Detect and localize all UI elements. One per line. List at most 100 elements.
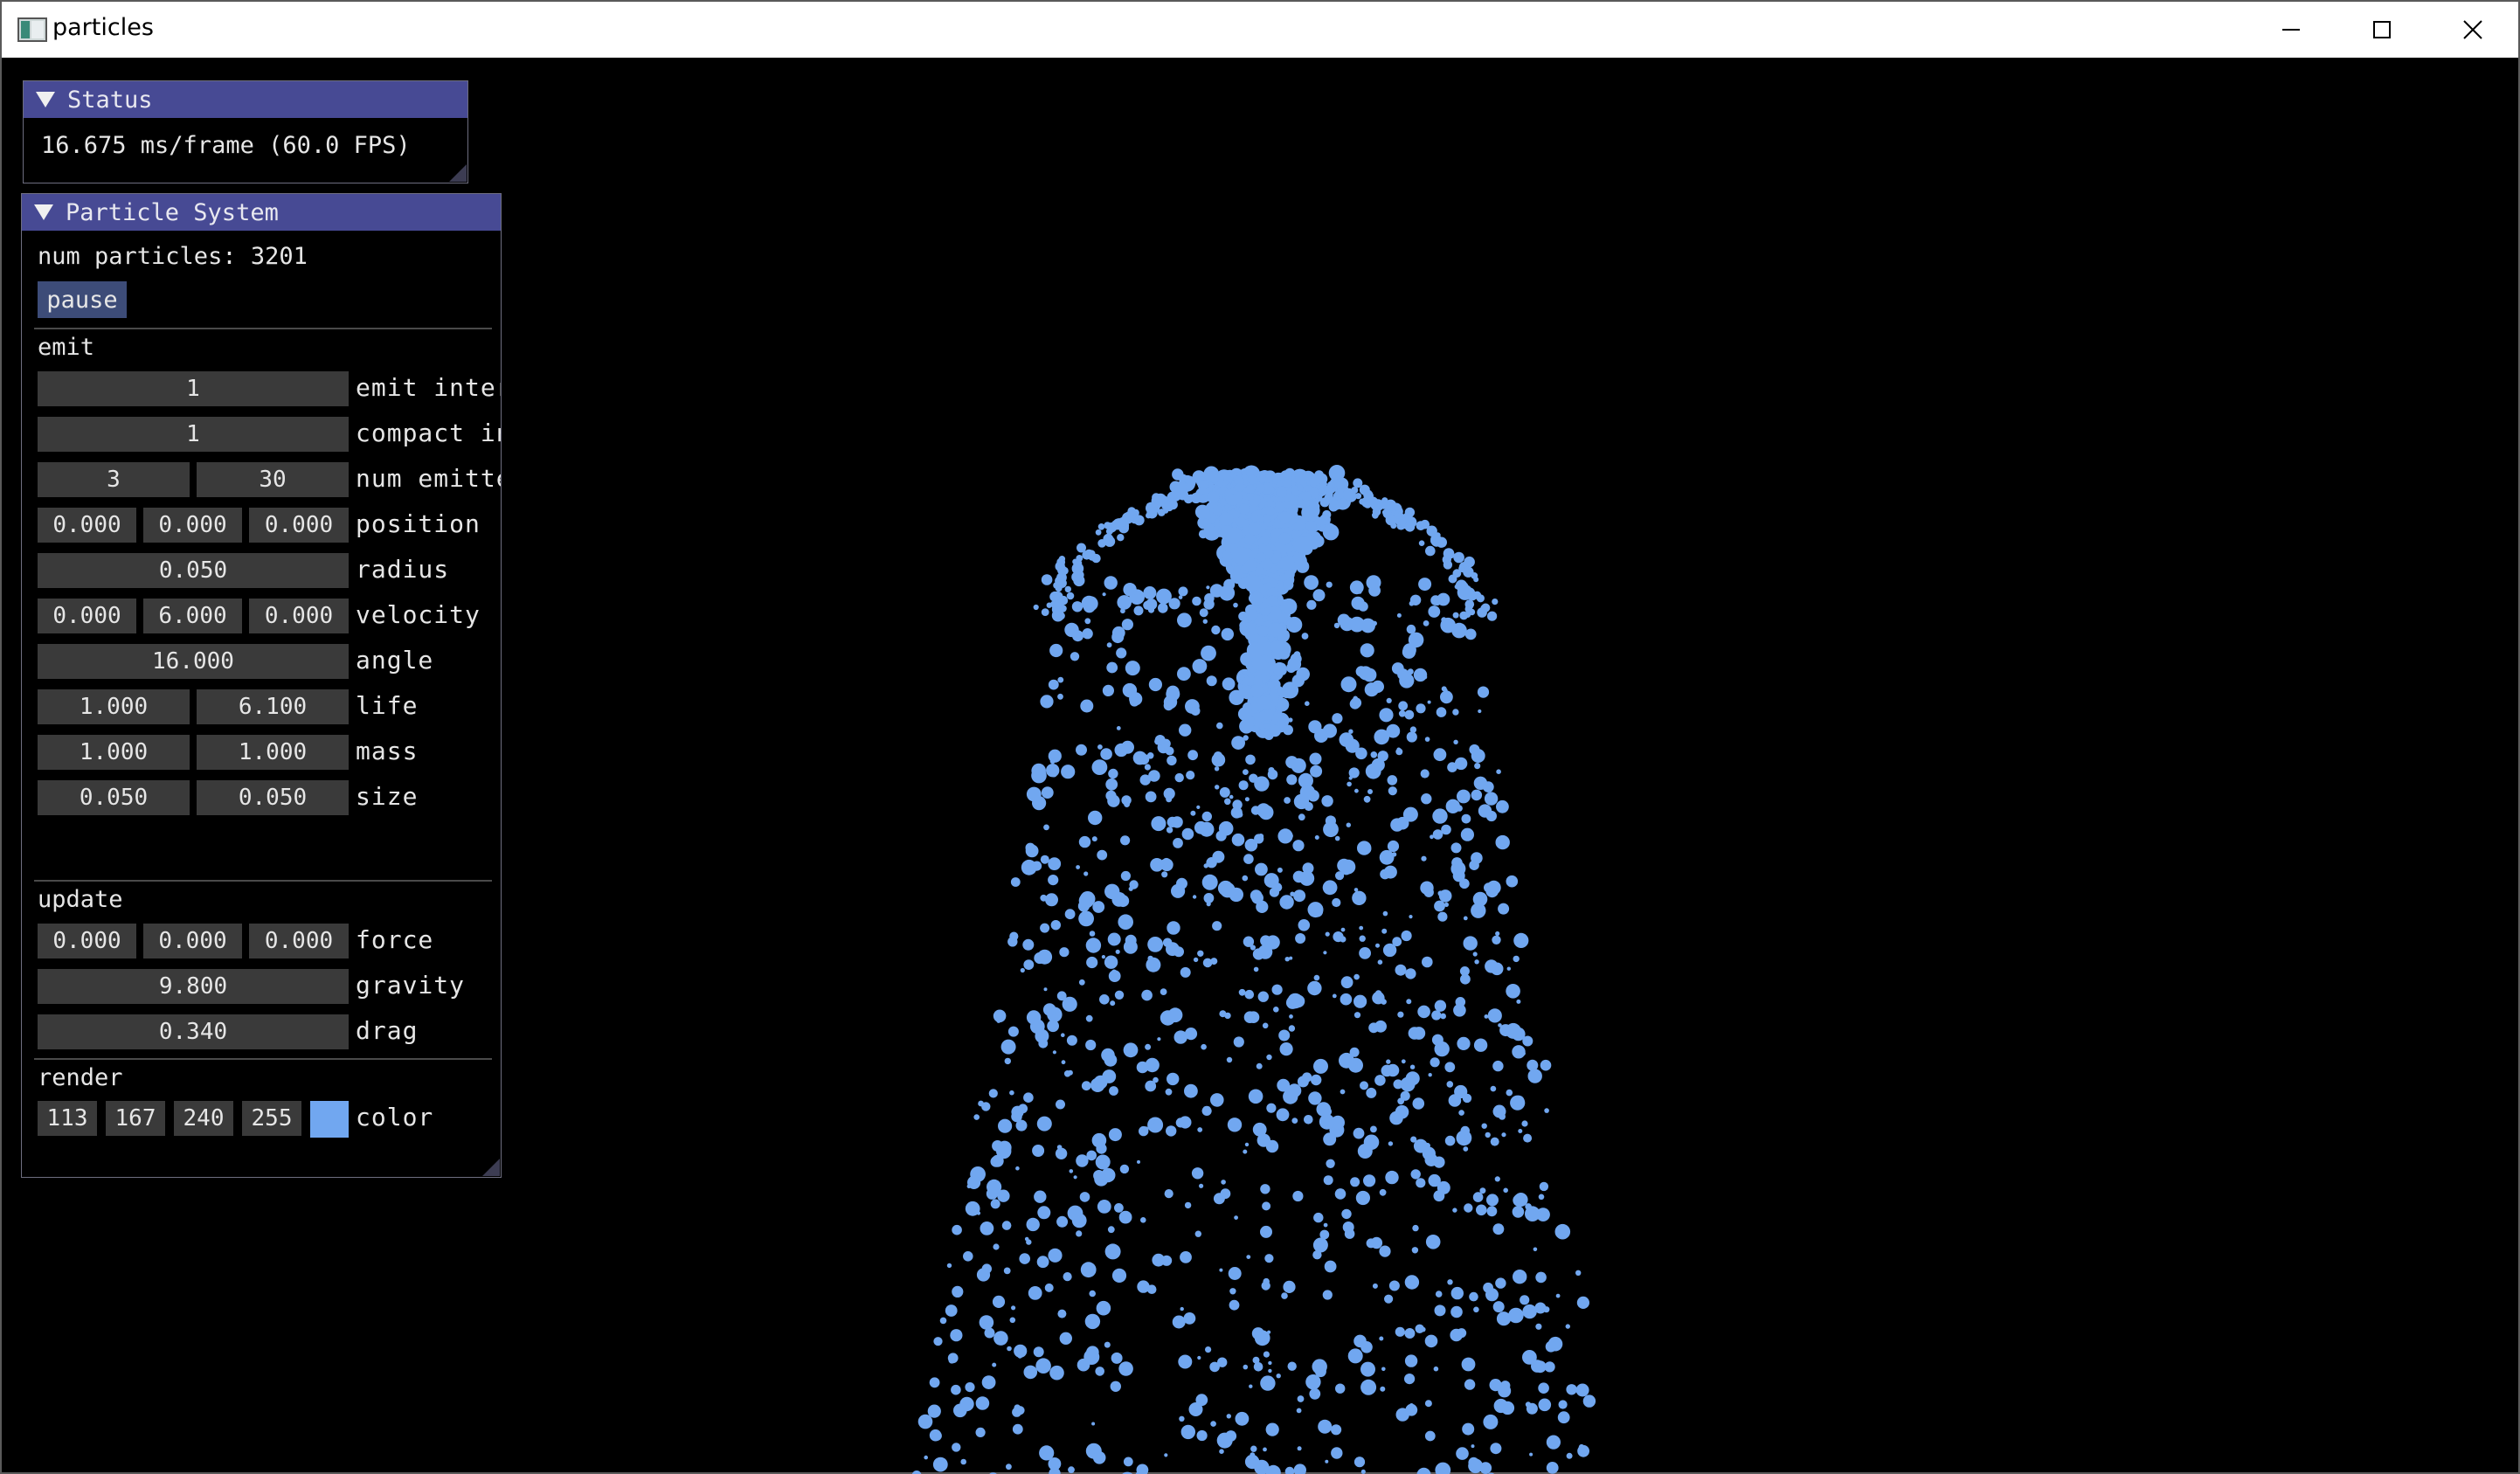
particle bbox=[1143, 600, 1153, 610]
particle bbox=[1483, 1414, 1499, 1429]
render-viewport[interactable]: Status 16.675 ms/frame (60.0 FPS) Partic… bbox=[3, 58, 2520, 1474]
size-min-field[interactable]: 0.050 bbox=[38, 780, 190, 815]
particle bbox=[1107, 932, 1121, 946]
pause-button[interactable]: pause bbox=[38, 281, 127, 318]
particle bbox=[980, 1221, 994, 1235]
particle bbox=[1490, 1443, 1502, 1455]
particle bbox=[1512, 1206, 1525, 1218]
particle bbox=[1217, 1357, 1228, 1367]
particle bbox=[1430, 1057, 1440, 1068]
position-x-field[interactable]: 0.000 bbox=[38, 508, 136, 543]
particle bbox=[1167, 755, 1177, 766]
particle bbox=[1522, 1304, 1537, 1319]
color-a-field[interactable]: 255 bbox=[242, 1101, 301, 1136]
color-r-field[interactable]: 113 bbox=[38, 1101, 97, 1136]
particle bbox=[1416, 1467, 1431, 1474]
velocity-x-field[interactable]: 0.000 bbox=[38, 599, 136, 633]
color-b-field[interactable]: 240 bbox=[174, 1101, 233, 1136]
particle bbox=[1360, 1379, 1377, 1395]
particle bbox=[1049, 1365, 1064, 1381]
particle bbox=[951, 1384, 961, 1395]
status-panel-header[interactable]: Status bbox=[24, 81, 467, 118]
particle bbox=[1360, 1081, 1368, 1090]
particle bbox=[1451, 622, 1467, 639]
particle bbox=[1009, 1090, 1014, 1096]
color-swatch[interactable] bbox=[310, 1101, 349, 1138]
particle bbox=[939, 1317, 947, 1325]
particle bbox=[1151, 816, 1167, 832]
particle bbox=[1263, 1351, 1270, 1358]
particle bbox=[1451, 857, 1463, 868]
particle bbox=[1145, 791, 1157, 803]
position-z-field[interactable]: 0.000 bbox=[249, 508, 349, 543]
angle-label: angle bbox=[356, 646, 434, 675]
life-max-field[interactable]: 6.100 bbox=[197, 689, 349, 724]
force-z-field[interactable]: 0.000 bbox=[249, 924, 349, 958]
compact-interval-field[interactable]: 1 bbox=[38, 417, 349, 452]
emit-interval-field[interactable]: 1 bbox=[38, 371, 349, 406]
particle bbox=[1106, 642, 1112, 648]
num-emitters-min-field[interactable]: 3 bbox=[38, 462, 190, 497]
particle bbox=[1404, 1374, 1416, 1385]
velocity-y-field[interactable]: 6.000 bbox=[143, 599, 242, 633]
resize-grip[interactable] bbox=[482, 1159, 500, 1176]
particle bbox=[1197, 950, 1204, 957]
angle-field[interactable]: 16.000 bbox=[38, 644, 349, 679]
particle bbox=[1086, 956, 1098, 969]
particle bbox=[1257, 991, 1270, 1002]
num-emitters-max-field[interactable]: 30 bbox=[197, 462, 349, 497]
position-y-field[interactable]: 0.000 bbox=[143, 508, 242, 543]
particle bbox=[1091, 836, 1097, 842]
particle bbox=[1339, 1052, 1354, 1069]
particle bbox=[1108, 528, 1114, 534]
particle bbox=[1386, 697, 1392, 704]
particle bbox=[1409, 594, 1422, 606]
particle bbox=[1495, 931, 1500, 937]
close-button[interactable] bbox=[2427, 2, 2518, 58]
life-min-field[interactable]: 1.000 bbox=[38, 689, 190, 724]
status-panel: Status 16.675 ms/frame (60.0 FPS) bbox=[23, 80, 468, 183]
particle bbox=[1078, 893, 1094, 909]
velocity-z-field[interactable]: 0.000 bbox=[249, 599, 349, 633]
maximize-button[interactable] bbox=[2337, 2, 2427, 58]
particle bbox=[1268, 767, 1275, 774]
particle bbox=[1047, 1020, 1059, 1033]
gravity-field[interactable]: 9.800 bbox=[38, 969, 349, 1004]
force-y-field[interactable]: 0.000 bbox=[143, 924, 242, 958]
particle bbox=[1114, 1203, 1124, 1213]
radius-field[interactable]: 0.050 bbox=[38, 553, 349, 588]
force-x-field[interactable]: 0.000 bbox=[38, 924, 136, 958]
particle bbox=[960, 1458, 966, 1465]
particle bbox=[1310, 765, 1323, 778]
title-bar[interactable]: particles bbox=[2, 2, 2518, 58]
minimize-button[interactable] bbox=[2246, 2, 2337, 58]
particle bbox=[1460, 1125, 1471, 1136]
mass-max-field[interactable]: 1.000 bbox=[197, 735, 349, 770]
particle bbox=[1292, 1190, 1304, 1202]
drag-field[interactable]: 0.340 bbox=[38, 1014, 349, 1049]
particle bbox=[1256, 483, 1265, 493]
collapse-triangle-icon[interactable] bbox=[34, 204, 53, 220]
size-max-field[interactable]: 0.050 bbox=[197, 780, 349, 815]
particle bbox=[1434, 1041, 1450, 1057]
particle bbox=[1501, 1132, 1506, 1138]
particle bbox=[1538, 1382, 1549, 1394]
particle bbox=[1295, 472, 1305, 483]
particle bbox=[1243, 769, 1249, 775]
particle bbox=[1277, 867, 1283, 873]
particle bbox=[1276, 486, 1288, 498]
particle bbox=[1523, 1133, 1533, 1143]
particle bbox=[1219, 585, 1236, 601]
particle-system-header[interactable]: Particle System bbox=[22, 194, 501, 231]
particle bbox=[1459, 878, 1470, 889]
mass-min-field[interactable]: 1.000 bbox=[38, 735, 190, 770]
particle bbox=[987, 1179, 1002, 1194]
particle bbox=[1395, 964, 1407, 976]
particle bbox=[952, 1224, 962, 1235]
particle bbox=[1100, 748, 1112, 760]
particle bbox=[1178, 586, 1188, 597]
color-g-field[interactable]: 167 bbox=[106, 1101, 165, 1136]
particle bbox=[1056, 1215, 1069, 1228]
resize-grip[interactable] bbox=[449, 164, 467, 182]
collapse-triangle-icon[interactable] bbox=[36, 92, 55, 107]
